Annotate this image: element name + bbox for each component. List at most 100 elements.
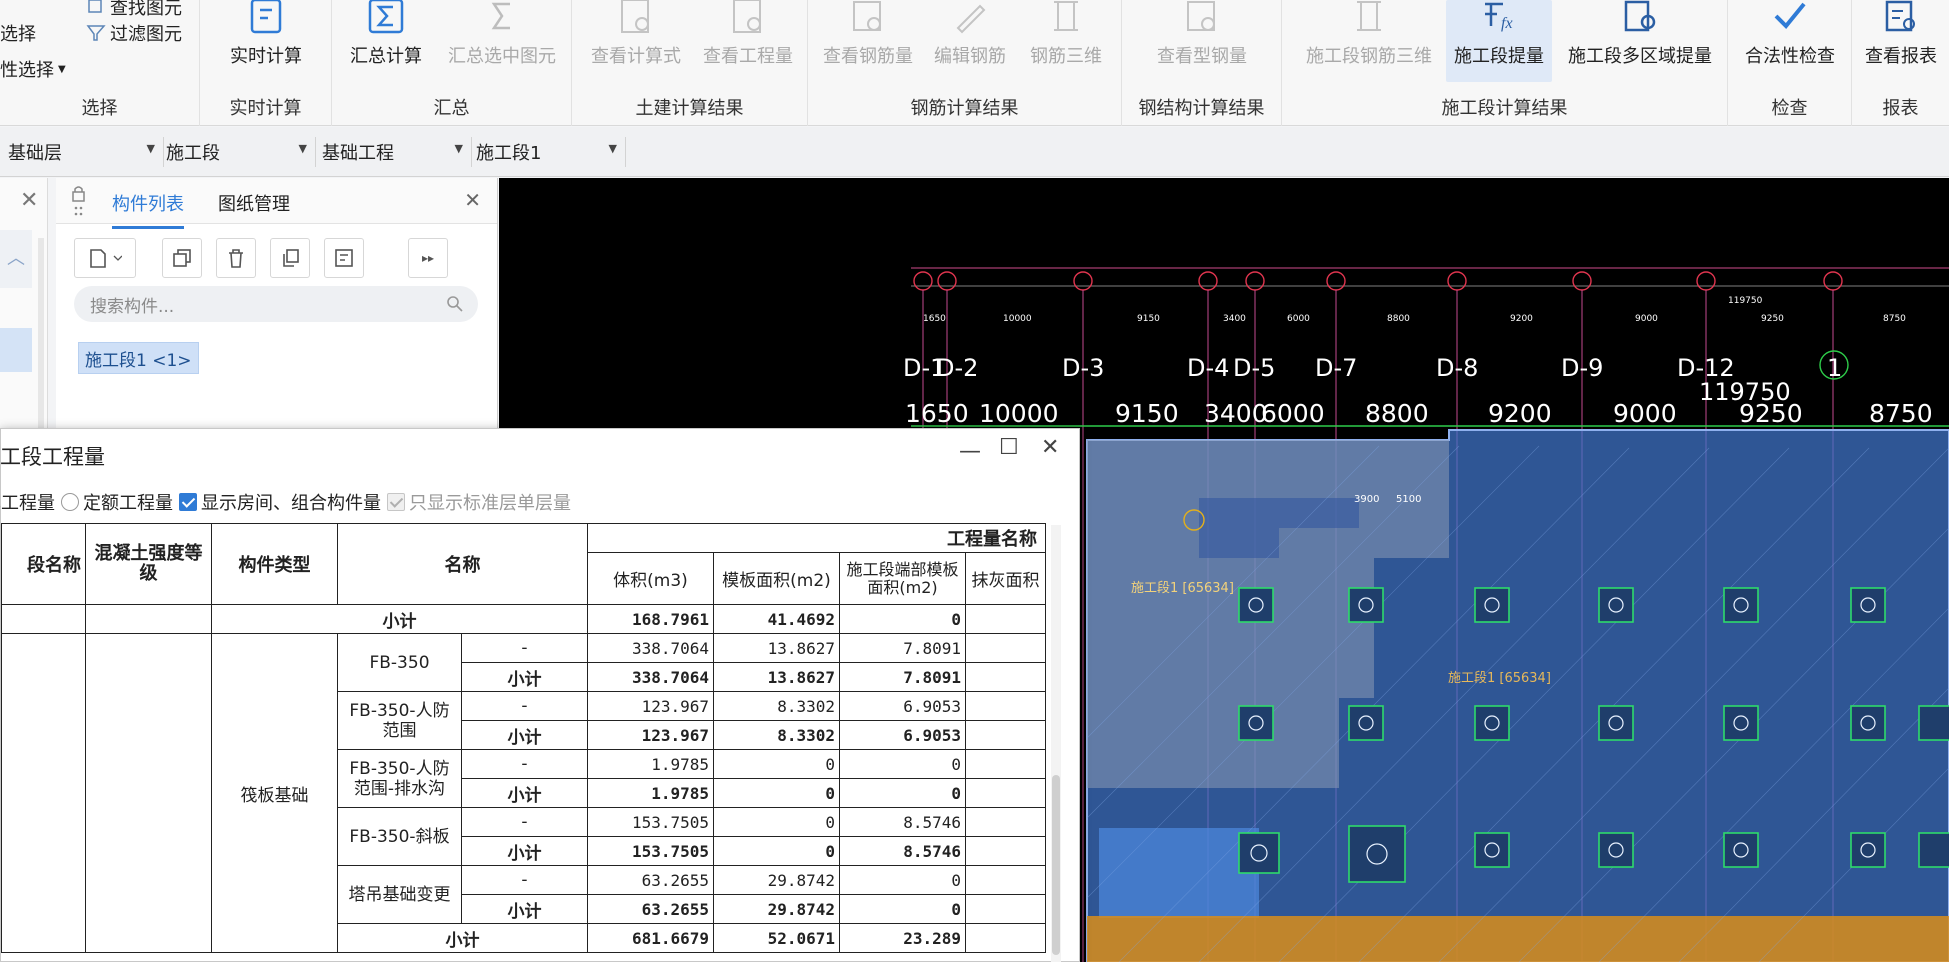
dim-small-label: 9150 (1137, 314, 1160, 324)
quota-quantity-radio[interactable] (61, 493, 79, 511)
scrollbar-thumb[interactable] (1052, 775, 1060, 955)
formwork-cell: 52.0671 (713, 923, 840, 953)
lock-icon[interactable] (72, 186, 85, 220)
expand-panel-button[interactable]: ▸▸ (408, 238, 448, 278)
property-select-button[interactable]: 性选择 ▼ (0, 56, 66, 82)
delete-component-button[interactable] (216, 238, 256, 278)
sum-icon (368, 0, 404, 34)
copy-component-button[interactable] (162, 238, 202, 278)
quantity-table: 段名称 混凝土强度等级 构件类型 名称 工程量名称 体积(m3) 模板面积(m2… (1, 523, 1046, 953)
component-list-item[interactable]: 施工段1 <1> (78, 342, 199, 374)
tab-drawing-management[interactable]: 图纸管理 (218, 190, 290, 216)
app-window: 选择 性选择 ▼ 查找图元 过滤图元 选择 实时计算 实时计算 汇总计算 汇总选… (0, 0, 1949, 962)
sub-category-dropdown[interactable]: 基础工程 ▼ (322, 137, 472, 167)
end-formwork-cell: 7.8091 (839, 662, 966, 692)
realtime-calc-label: 实时计算 (230, 46, 302, 67)
component-toolbar: ▸▸ (56, 224, 497, 286)
end-formwork-cell: 8.5746 (839, 836, 966, 866)
subtotal-label: 小计 (461, 894, 588, 924)
quota-quantity-label: 定额工程量 (83, 493, 173, 514)
section-quantity-button[interactable]: fx 施工段提量 (1446, 0, 1552, 82)
component-dropdown[interactable]: 施工段1 ▼ (476, 137, 626, 167)
layer-toolbar: 基础层 ▼ 施工段 ▼ 基础工程 ▼ 施工段1 ▼ (0, 127, 1949, 177)
close-icon[interactable]: ✕ (464, 188, 481, 212)
category-dropdown[interactable]: 施工段 ▼ (166, 137, 316, 167)
end-formwork-cell: 0 (839, 749, 966, 779)
duplicate-floor-button[interactable] (270, 238, 310, 278)
dim-small-label: 9250 (1761, 314, 1784, 324)
subtotal-label: 小计 (337, 923, 588, 953)
name-cell: FB-350 (337, 633, 462, 692)
name-cell: FB-350-斜板 (337, 807, 462, 866)
table-row[interactable]: 筏板基础 FB-350 - 338.7064 13.8627 7.8091 (1, 633, 1046, 953)
ribbon-group-title: 选择 (81, 98, 118, 119)
realtime-calc-icon (250, 0, 282, 34)
sum-selected-button[interactable]: 汇总选中图元 (440, 0, 564, 82)
formwork-cell: 0 (713, 749, 840, 779)
table-row[interactable]: 小计 168.7961 41.4692 0 (1, 604, 1046, 634)
filter-element-label: 过滤图元 (110, 24, 182, 45)
axis-label: D-9 (1561, 354, 1604, 382)
view-steel-label: 查看型钢量 (1157, 46, 1247, 67)
category-dropdown-value: 施工段 (166, 143, 220, 164)
axis-label: 1 (1827, 354, 1843, 382)
view-formula-button[interactable]: 查看计算式 (582, 0, 690, 82)
volume-cell: 123.967 (587, 720, 714, 750)
search-icon (447, 296, 463, 312)
ribbon-group-rebar-results: 查看钢筋量 编辑钢筋 钢筋三维 钢筋计算结果 (808, 0, 1122, 126)
ribbon-group-steel-results: 查看型钢量 钢结构计算结果 (1122, 0, 1282, 126)
column-header: 模板面积(m2) (713, 552, 840, 605)
find-element-button[interactable]: 查找图元 (86, 0, 182, 20)
column-header: 施工段端部模板面积(m2) (839, 552, 966, 605)
rebar-3d-button[interactable]: 钢筋三维 (1022, 0, 1110, 82)
formwork-cell: 8.3302 (713, 720, 840, 750)
rebar-3d-icon (1054, 1, 1078, 31)
dimension-label: 9150 (1115, 399, 1179, 428)
section-rebar-3d-button[interactable]: 施工段钢筋三维 (1300, 0, 1438, 82)
section-multi-quantity-button[interactable]: 施工段多区域提量 (1558, 0, 1722, 82)
end-formwork-cell: 0 (839, 778, 966, 808)
column-header: 体积(m3) (587, 552, 714, 605)
view-report-button[interactable]: 查看报表 (1856, 0, 1946, 82)
sum-selected-icon (491, 2, 510, 30)
view-rebar-button[interactable]: 查看钢筋量 (820, 0, 916, 82)
view-steel-icon (1187, 1, 1215, 31)
floor-dropdown[interactable]: 基础层 ▼ (8, 137, 164, 167)
sum-calc-button[interactable]: 汇总计算 (344, 0, 428, 82)
component-search-input[interactable]: 搜索构件... (74, 286, 478, 322)
axis-label: D-3 (1062, 354, 1105, 382)
sub-category-dropdown-value: 基础工程 (322, 143, 394, 164)
section-quantity-dialog: 施工段工程量 — ☐ ✕ 单工程量 定额工程量 显示房间、组合构件量 只显示标准… (0, 428, 1080, 962)
select-button[interactable]: 选择 (0, 20, 36, 46)
close-icon[interactable]: ✕ (20, 188, 38, 213)
property-select-label: 性选择 (0, 60, 54, 81)
validity-check-button[interactable]: 合法性检查 (1736, 0, 1844, 82)
ribbon-group-title: 汇总 (433, 98, 470, 119)
volume-cell: 1.9785 (587, 778, 714, 808)
show-room-checkbox[interactable] (179, 493, 197, 511)
formwork-cell: 0 (713, 836, 840, 866)
end-formwork-cell: 6.9053 (839, 691, 966, 721)
maximize-button[interactable]: ☐ (999, 435, 1019, 460)
view-steel-button[interactable]: 查看型钢量 (1136, 0, 1268, 82)
chevron-down-icon: ▼ (608, 142, 617, 155)
view-quantity-button[interactable]: 查看工程量 (694, 0, 802, 82)
edit-rebar-button[interactable]: 编辑钢筋 (926, 0, 1014, 82)
dim-small-label: 9200 (1510, 314, 1533, 324)
list-quantity-option-label[interactable]: 单工程量 (0, 489, 55, 515)
small-dimension-label: 3900 (1354, 494, 1380, 505)
nav-selected-item[interactable] (0, 328, 32, 372)
view-formula-label: 查看计算式 (591, 46, 681, 67)
filter-element-button[interactable]: 过滤图元 (86, 20, 182, 46)
close-button[interactable]: ✕ (1041, 435, 1059, 460)
table-scrollbar[interactable] (1051, 525, 1061, 962)
extract-component-button[interactable] (324, 238, 364, 278)
check-icon (1774, 2, 1806, 29)
standard-floor-checkbox[interactable] (387, 493, 405, 511)
view-rebar-label: 查看钢筋量 (823, 46, 913, 67)
new-component-button[interactable] (74, 238, 136, 278)
realtime-calc-button[interactable]: 实时计算 (224, 0, 308, 82)
minimize-button[interactable]: — (959, 439, 981, 464)
view-quantity-label: 查看工程量 (703, 46, 793, 67)
chevron-up-icon[interactable]: ︿ (0, 230, 32, 288)
